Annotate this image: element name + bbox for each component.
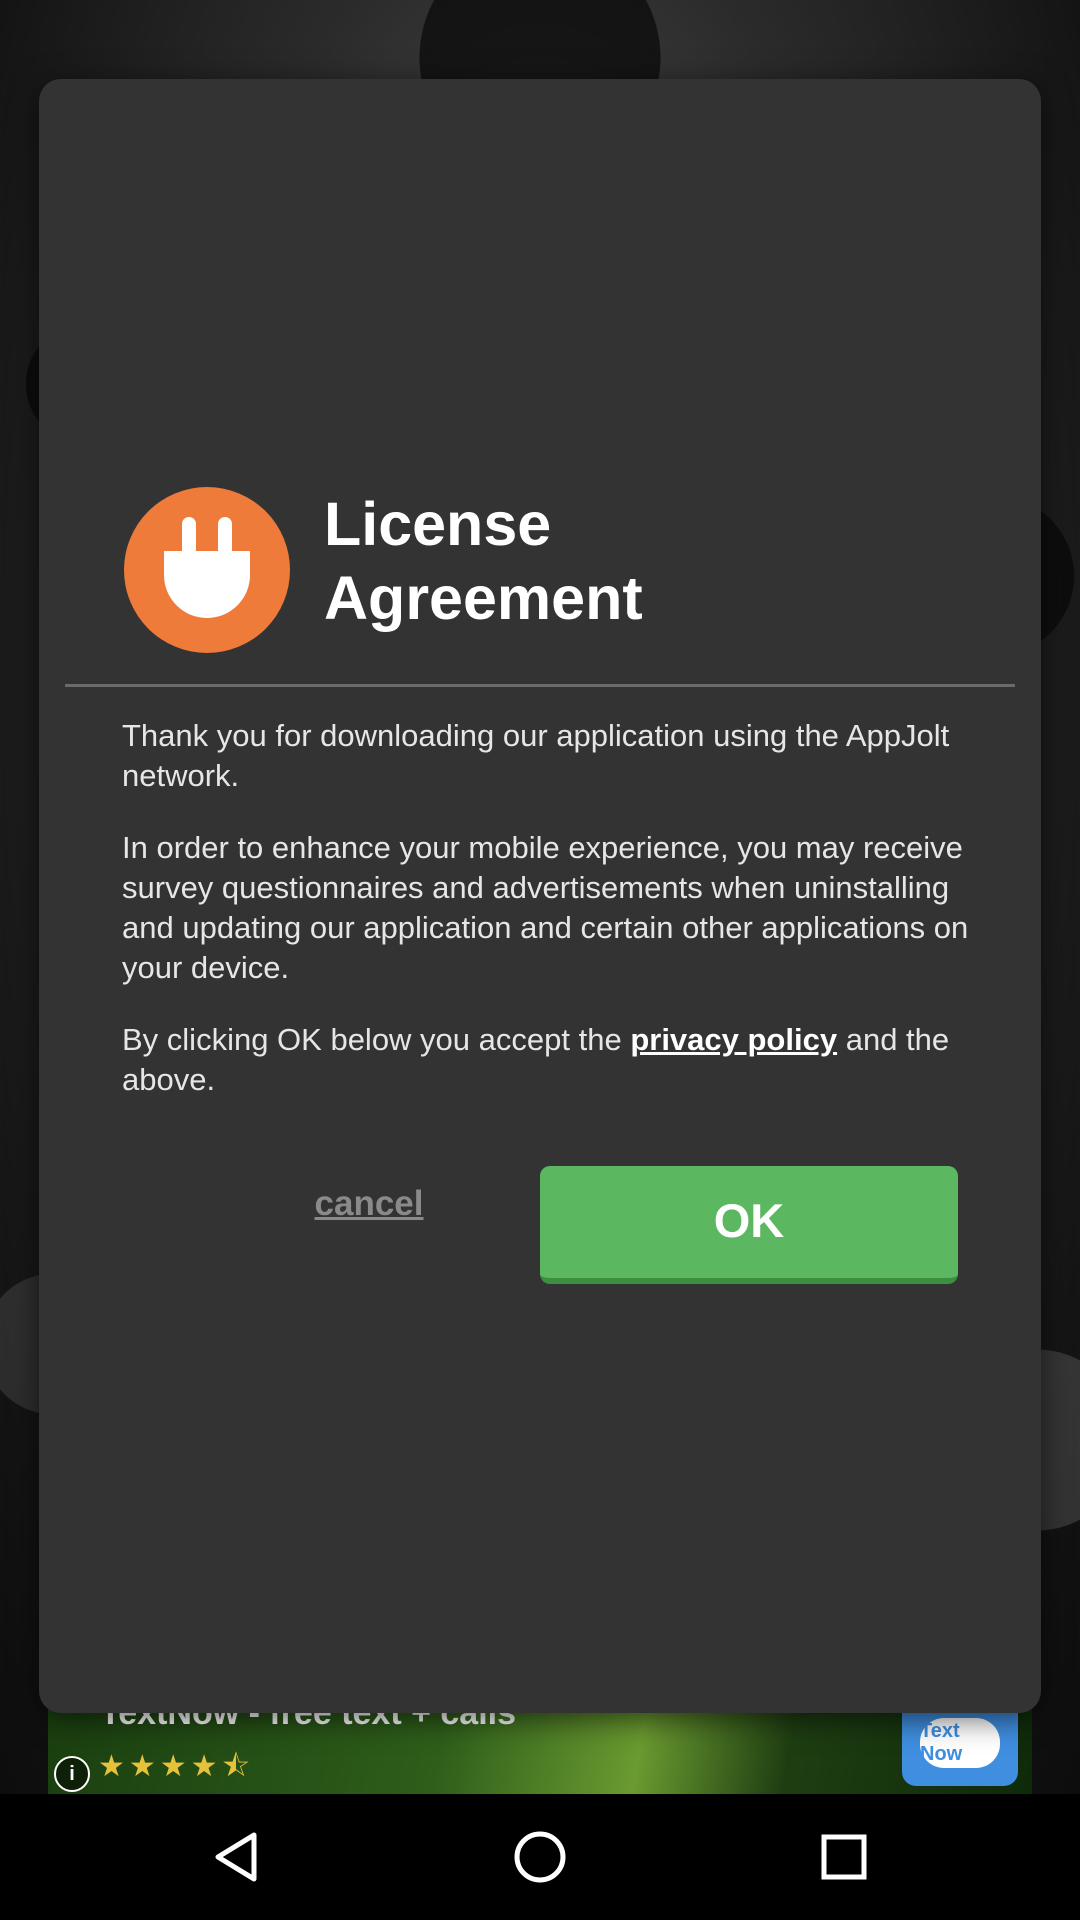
paragraph-surveys: In order to enhance your mobile experien…: [122, 830, 969, 985]
recents-square-icon[interactable]: [814, 1827, 874, 1887]
paragraph-accept: By clicking OK below you accept the priv…: [122, 1020, 972, 1100]
plug-icon: [124, 487, 290, 653]
ok-button[interactable]: OK: [540, 1166, 958, 1284]
ad-app-icon-text: Text Now: [920, 1718, 1000, 1768]
dialog-body: Thank you for downloading our applicatio…: [122, 716, 972, 1132]
back-triangle-icon[interactable]: [206, 1827, 266, 1887]
license-dialog: License Agreement Thank you for download…: [39, 79, 1041, 1713]
screen: TextNow - free text + calls ★★★★⯪ i Text…: [0, 0, 1080, 1920]
home-circle-icon[interactable]: [510, 1827, 570, 1887]
accept-text-before: By clicking OK below you accept the: [122, 1022, 631, 1057]
ad-banner[interactable]: TextNow - free text + calls ★★★★⯪ i Text…: [48, 1700, 1032, 1794]
ad-rating-stars: ★★★★⯪: [98, 1750, 254, 1783]
divider: [65, 684, 1015, 687]
info-icon[interactable]: i: [54, 1756, 90, 1792]
cancel-button[interactable]: cancel: [239, 1164, 499, 1244]
navigation-bar: [0, 1794, 1080, 1920]
dialog-header: License Agreement: [124, 487, 974, 657]
privacy-policy-link[interactable]: privacy policy: [630, 1022, 837, 1057]
dialog-title: License Agreement: [324, 490, 643, 632]
paragraph-thanks: Thank you for downloading our applicatio…: [122, 718, 950, 793]
